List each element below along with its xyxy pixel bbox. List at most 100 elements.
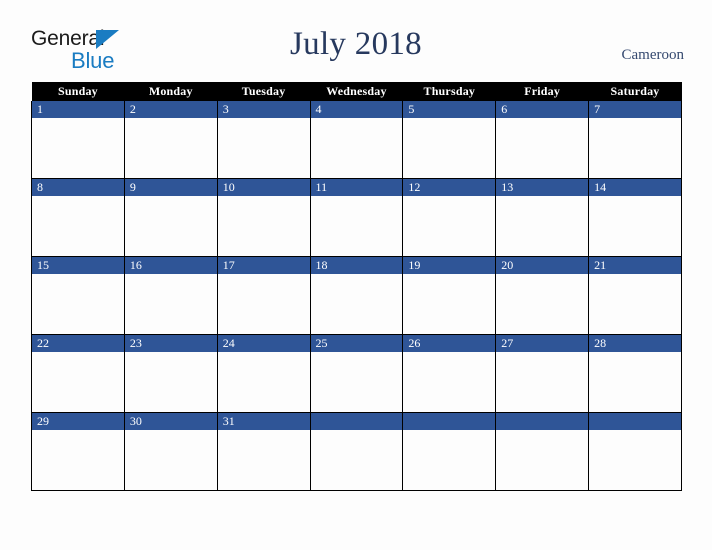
day-note-area[interactable] xyxy=(217,274,310,333)
day-cell[interactable]: 21 xyxy=(588,256,682,335)
day-note-area[interactable] xyxy=(124,118,217,177)
day-cell[interactable]: 22 xyxy=(31,334,125,413)
day-cell[interactable]: 17 xyxy=(216,256,311,335)
day-cell[interactable]: 31 xyxy=(216,412,311,491)
day-number: 9 xyxy=(124,179,217,196)
calendar-week-row: 8 9 10 11 12 13 14 xyxy=(31,178,682,257)
day-cell[interactable]: 7 xyxy=(588,101,682,179)
day-cell[interactable]: 11 xyxy=(309,178,404,257)
day-cell[interactable]: 26 xyxy=(402,334,497,413)
day-note-area[interactable] xyxy=(217,118,310,177)
day-cell[interactable]: 2 xyxy=(123,101,218,179)
day-cell[interactable]: 1 xyxy=(31,101,125,179)
day-number: 21 xyxy=(589,257,681,274)
day-note-area[interactable] xyxy=(32,430,124,489)
day-number: 8 xyxy=(32,179,124,196)
day-cell[interactable]: 27 xyxy=(495,334,590,413)
day-cell-empty[interactable] xyxy=(402,412,497,491)
day-number: 13 xyxy=(496,179,589,196)
day-note-area[interactable] xyxy=(310,430,403,489)
day-number: 7 xyxy=(589,101,681,118)
day-note-area[interactable] xyxy=(217,196,310,255)
day-note-area[interactable] xyxy=(124,196,217,255)
day-note-area[interactable] xyxy=(589,118,681,177)
day-cell-empty[interactable] xyxy=(588,412,682,491)
day-note-area[interactable] xyxy=(32,274,124,333)
weekday-header-monday: Monday xyxy=(124,82,218,101)
day-cell[interactable]: 20 xyxy=(495,256,590,335)
day-cell-empty[interactable] xyxy=(309,412,404,491)
day-number: 19 xyxy=(403,257,496,274)
day-number: 11 xyxy=(310,179,403,196)
day-cell[interactable]: 12 xyxy=(402,178,497,257)
day-note-area[interactable] xyxy=(403,352,496,411)
day-note-area[interactable] xyxy=(496,196,589,255)
day-cell[interactable]: 3 xyxy=(216,101,311,179)
day-number: 2 xyxy=(124,101,217,118)
day-cell[interactable]: 15 xyxy=(31,256,125,335)
day-note-area[interactable] xyxy=(403,196,496,255)
weekday-header-wednesday: Wednesday xyxy=(310,82,403,101)
day-number: 25 xyxy=(310,335,403,352)
day-note-area[interactable] xyxy=(32,118,124,177)
day-number: 3 xyxy=(217,101,310,118)
day-note-area[interactable] xyxy=(217,352,310,411)
day-cell[interactable]: 10 xyxy=(216,178,311,257)
day-cell[interactable]: 8 xyxy=(31,178,125,257)
calendar-grid: Sunday Monday Tuesday Wednesday Thursday… xyxy=(31,82,682,491)
day-cell[interactable]: 18 xyxy=(309,256,404,335)
calendar-header-row: Sunday Monday Tuesday Wednesday Thursday… xyxy=(31,82,682,101)
day-note-area[interactable] xyxy=(589,274,681,333)
day-note-area[interactable] xyxy=(217,430,310,489)
day-note-area[interactable] xyxy=(310,196,403,255)
day-cell[interactable]: 23 xyxy=(123,334,218,413)
day-number: 5 xyxy=(403,101,496,118)
country-label: Cameroon xyxy=(621,47,684,63)
weekday-header-sunday: Sunday xyxy=(31,82,125,101)
day-note-area[interactable] xyxy=(124,274,217,333)
day-cell[interactable]: 24 xyxy=(216,334,311,413)
day-number: 26 xyxy=(403,335,496,352)
day-cell[interactable]: 5 xyxy=(402,101,497,179)
day-note-area[interactable] xyxy=(310,274,403,333)
day-cell[interactable]: 13 xyxy=(495,178,590,257)
day-cell[interactable]: 19 xyxy=(402,256,497,335)
day-cell[interactable]: 4 xyxy=(309,101,404,179)
day-cell[interactable]: 28 xyxy=(588,334,682,413)
day-cell[interactable]: 9 xyxy=(123,178,218,257)
day-note-area[interactable] xyxy=(310,118,403,177)
day-note-area[interactable] xyxy=(496,352,589,411)
day-number: 18 xyxy=(310,257,403,274)
day-note-area[interactable] xyxy=(589,430,681,489)
day-cell[interactable]: 16 xyxy=(123,256,218,335)
day-note-area[interactable] xyxy=(403,118,496,177)
day-note-area[interactable] xyxy=(32,196,124,255)
weekday-header-saturday: Saturday xyxy=(588,82,682,101)
day-note-area[interactable] xyxy=(124,352,217,411)
day-note-area[interactable] xyxy=(496,274,589,333)
calendar-week-row: 29 30 31 xyxy=(31,412,682,491)
day-note-area[interactable] xyxy=(403,274,496,333)
day-number xyxy=(589,413,681,430)
day-cell[interactable]: 29 xyxy=(31,412,125,491)
day-number: 20 xyxy=(496,257,589,274)
day-cell[interactable]: 30 xyxy=(123,412,218,491)
day-note-area[interactable] xyxy=(589,196,681,255)
day-note-area[interactable] xyxy=(403,430,496,489)
day-cell[interactable]: 6 xyxy=(495,101,590,179)
day-note-area[interactable] xyxy=(124,430,217,489)
page-title: July 2018 xyxy=(290,26,422,62)
page-header: General Blue July 2018 Cameroon xyxy=(0,0,712,82)
day-number: 24 xyxy=(217,335,310,352)
day-cell[interactable]: 14 xyxy=(588,178,682,257)
day-cell-empty[interactable] xyxy=(495,412,590,491)
day-cell[interactable]: 25 xyxy=(309,334,404,413)
weekday-header-tuesday: Tuesday xyxy=(217,82,311,101)
day-number xyxy=(310,413,403,430)
day-note-area[interactable] xyxy=(496,430,589,489)
day-note-area[interactable] xyxy=(589,352,681,411)
day-note-area[interactable] xyxy=(496,118,589,177)
day-note-area[interactable] xyxy=(310,352,403,411)
day-note-area[interactable] xyxy=(32,352,124,411)
day-number: 31 xyxy=(217,413,310,430)
